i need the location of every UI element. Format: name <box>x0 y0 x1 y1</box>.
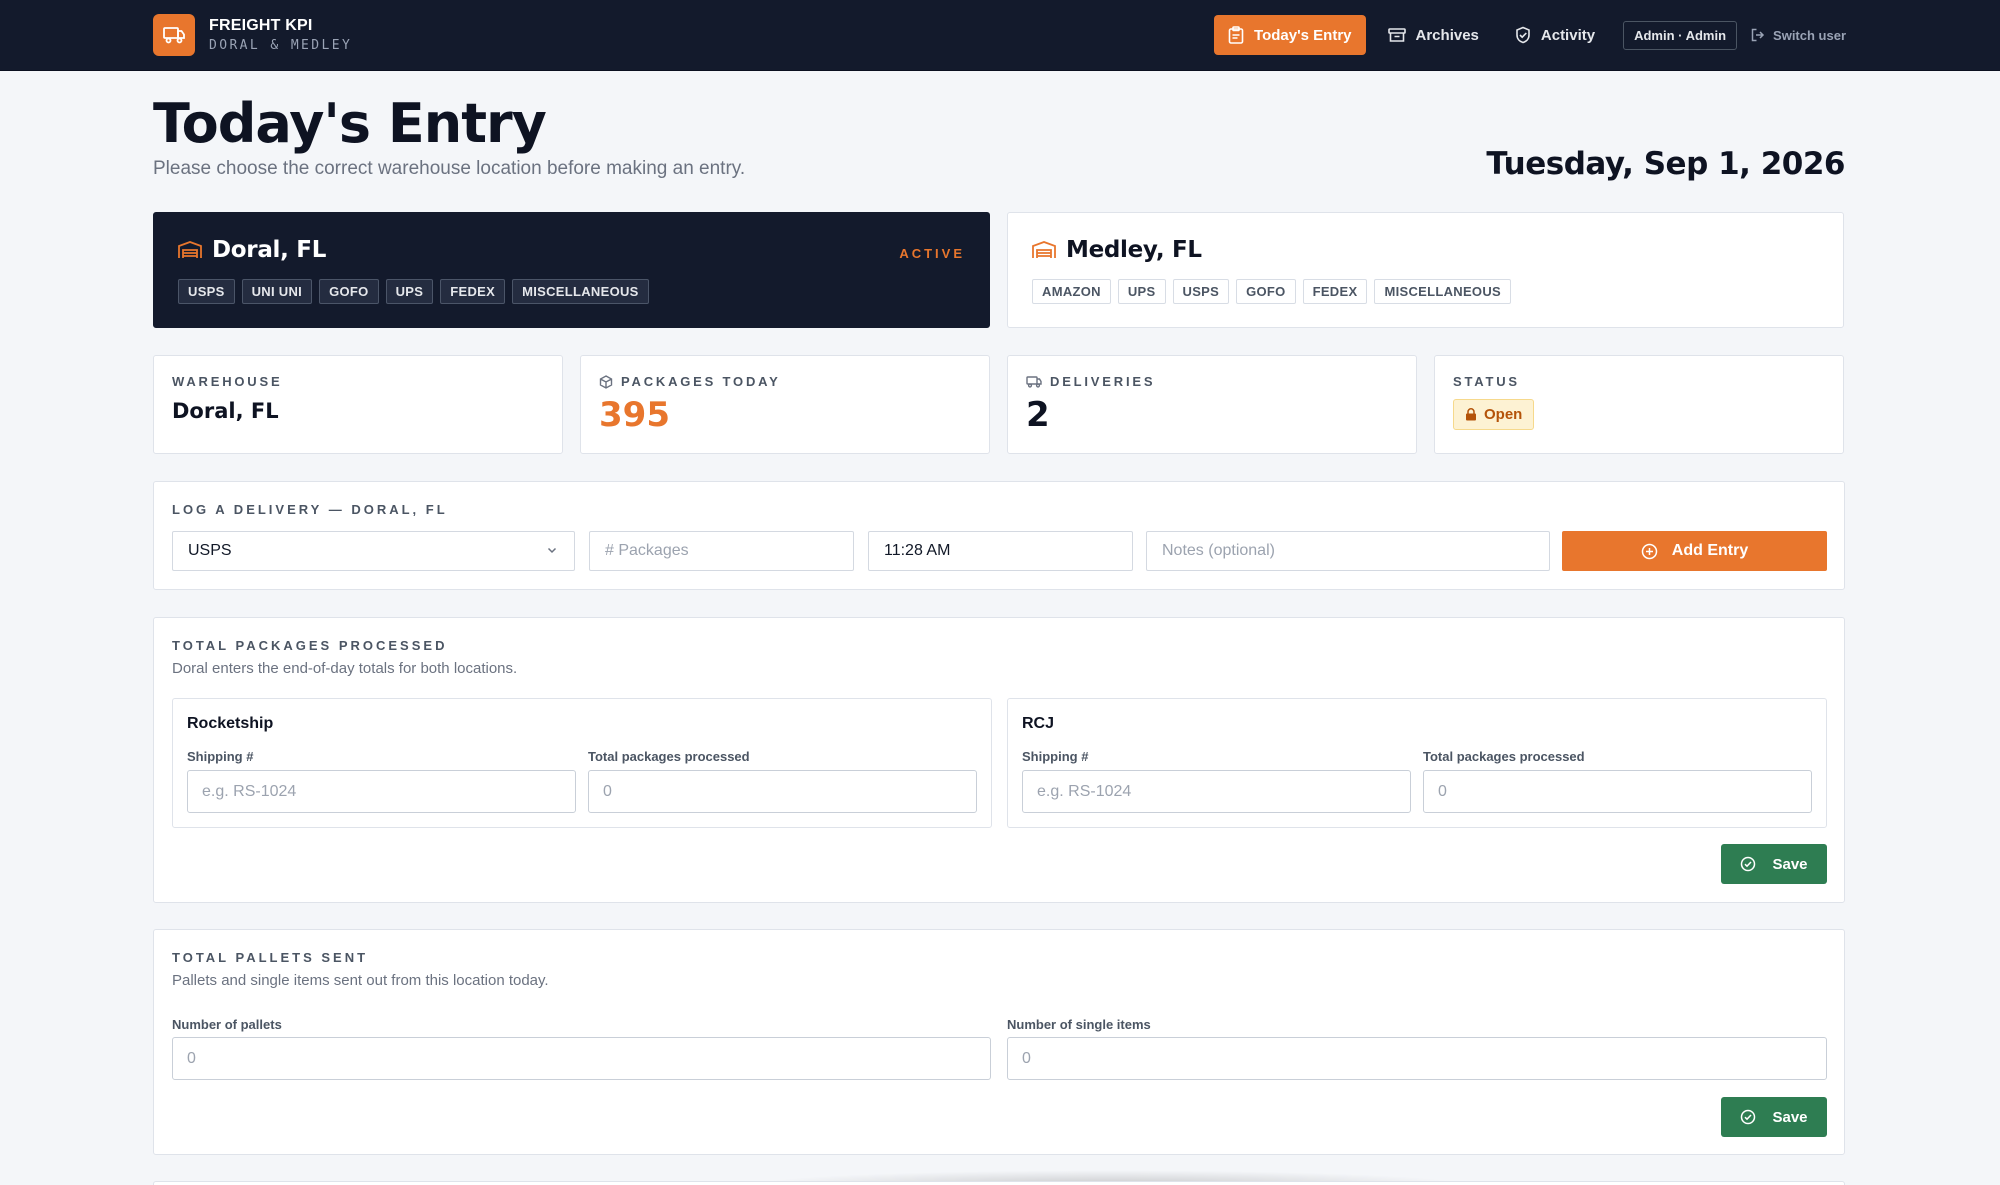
stat-label: PACKAGES TODAY <box>621 374 781 389</box>
time-input[interactable]: 11:28 AM <box>868 531 1133 571</box>
carrier-tag: MISCELLANEOUS <box>1374 279 1512 304</box>
check-circle-icon <box>1741 856 1756 872</box>
packages-processed-panel: TOTAL PACKAGES PROCESSED Doral enters th… <box>153 617 1845 903</box>
page-title: Today's Entry <box>153 92 547 155</box>
carrier-select-value: USPS <box>188 542 232 559</box>
brand-title: FREIGHT KPI <box>209 17 313 34</box>
carrier-tags: AMAZON UPS USPS GOFO FEDEX MISCELLANEOUS <box>1032 279 1819 304</box>
rocketship-total-input[interactable]: 0 <box>588 770 977 813</box>
stat-label: WAREHOUSE <box>172 374 283 389</box>
carrier-tag: GOFO <box>1236 279 1296 304</box>
carrier-tag: GOFO <box>319 279 379 304</box>
carrier-tag: FEDEX <box>1302 279 1368 304</box>
top-nav-bar: FREIGHT KPI DORAL & MEDLEY Today's Entry… <box>0 0 2000 71</box>
package-icon <box>599 374 613 389</box>
shipping-label: Shipping # <box>1022 749 1089 764</box>
stat-deliveries: DELIVERIES 2 <box>1007 355 1417 454</box>
truck-icon <box>1026 376 1042 388</box>
carrier-tag: MISCELLANEOUS <box>512 279 649 304</box>
nav-archives[interactable]: Archives <box>1374 15 1493 55</box>
pallets-sent-description: Pallets and single items sent out from t… <box>172 972 549 989</box>
stat-status: STATUS Open <box>1434 355 1844 454</box>
carrier-tag: FEDEX <box>440 279 506 304</box>
next-panel-edge <box>153 1181 1845 1185</box>
archive-icon <box>1387 28 1406 42</box>
pallets-sent-panel: TOTAL PALLETS SENT Pallets and single it… <box>153 929 1845 1155</box>
page-subtitle: Please choose the correct warehouse loca… <box>153 158 746 179</box>
stat-value: 395 <box>599 395 670 435</box>
pallets-label: Number of pallets <box>172 1017 282 1032</box>
clipboard-icon <box>1228 26 1244 44</box>
notes-input[interactable]: Notes (optional) <box>1146 531 1550 571</box>
status-badge: Open <box>1453 399 1535 430</box>
save-packages-button[interactable]: Save <box>1721 844 1827 884</box>
stat-warehouse: WAREHOUSE Doral, FL <box>153 355 563 454</box>
rcj-title: RCJ <box>1022 715 1055 732</box>
rocketship-title: Rocketship <box>187 715 274 732</box>
switch-user-button[interactable]: Switch user <box>1751 28 1846 43</box>
stat-value: 2 <box>1026 395 1050 435</box>
nav-activity[interactable]: Activity <box>1501 15 1609 55</box>
single-items-label: Number of single items <box>1007 1017 1151 1032</box>
carrier-tag: AMAZON <box>1032 279 1111 304</box>
nav-activity-label: Activity <box>1540 26 1596 44</box>
current-date: Tuesday, Sep 1, 2026 <box>1486 146 1845 182</box>
add-entry-button[interactable]: Add Entry <box>1562 531 1827 571</box>
status-value: Open <box>1484 406 1523 423</box>
stat-label: STATUS <box>1453 374 1520 389</box>
log-delivery-title: LOG A DELIVERY — DORAL, FL <box>172 502 448 517</box>
rocketship-shipping-input[interactable]: e.g. RS-1024 <box>187 770 576 813</box>
single-items-input[interactable]: 0 <box>1007 1037 1827 1080</box>
chevron-down-icon <box>547 547 557 554</box>
save-label: Save <box>1772 1108 1808 1126</box>
warehouse-icon <box>1032 241 1056 258</box>
add-entry-label: Add Entry <box>1671 542 1749 559</box>
active-badge: ACTIVE <box>899 246 965 261</box>
log-delivery-panel: LOG A DELIVERY — DORAL, FL USPS # Packag… <box>153 481 1845 590</box>
carrier-select[interactable]: USPS <box>172 531 575 571</box>
pallets-sent-title: TOTAL PALLETS SENT <box>172 950 369 965</box>
packages-processed-description: Doral enters the end-of-day totals for b… <box>172 660 518 677</box>
shield-check-icon <box>1516 26 1530 44</box>
save-label: Save <box>1772 855 1808 873</box>
carrier-tag: UNI UNI <box>241 279 313 304</box>
pallets-input[interactable]: 0 <box>172 1037 991 1080</box>
brand[interactable]: FREIGHT KPI DORAL & MEDLEY <box>153 14 352 56</box>
carrier-tag: UPS <box>1117 279 1166 304</box>
truck-icon <box>153 14 195 56</box>
warehouse-icon <box>178 241 202 258</box>
location-card-doral[interactable]: Doral, FL ACTIVE USPS UNI UNI GOFO UPS F… <box>153 212 990 328</box>
location-name: Doral, FL <box>212 237 327 263</box>
rcj-total-input[interactable]: 0 <box>1423 770 1812 813</box>
save-pallets-button[interactable]: Save <box>1721 1097 1827 1137</box>
location-card-medley[interactable]: Medley, FL AMAZON UPS USPS GOFO FEDEX MI… <box>1007 212 1844 328</box>
carrier-tag: USPS <box>178 279 235 304</box>
stat-packages-today: PACKAGES TODAY 395 <box>580 355 990 454</box>
packages-input[interactable]: # Packages <box>589 531 854 571</box>
rcj-shipping-input[interactable]: e.g. RS-1024 <box>1022 770 1411 813</box>
shipping-label: Shipping # <box>187 749 254 764</box>
location-name: Medley, FL <box>1066 237 1202 263</box>
nav-todays-entry[interactable]: Today's Entry <box>1214 15 1366 55</box>
nav-todays-entry-label: Today's Entry <box>1254 26 1352 44</box>
stat-value: Doral, FL <box>172 399 279 423</box>
lock-open-icon <box>1466 408 1476 421</box>
main-nav: Today's Entry Archives Activity Admin · … <box>1206 15 1846 55</box>
carrier-tag: UPS <box>385 279 434 304</box>
check-circle-icon <box>1741 1109 1756 1125</box>
rcj-card: RCJ Shipping # e.g. RS-1024 Total packag… <box>1007 698 1827 828</box>
brand-subtitle: DORAL & MEDLEY <box>209 38 353 53</box>
nav-archives-label: Archives <box>1415 26 1479 44</box>
plus-circle-icon <box>1641 543 1658 559</box>
stat-label: DELIVERIES <box>1050 374 1156 389</box>
carrier-tag: USPS <box>1172 279 1230 304</box>
carrier-tags: USPS UNI UNI GOFO UPS FEDEX MISCELLANEOU… <box>178 279 965 304</box>
switch-user-label: Switch user <box>1773 27 1846 43</box>
total-processed-label: Total packages processed <box>1423 749 1585 764</box>
logout-icon <box>1751 28 1765 42</box>
current-user-badge[interactable]: Admin · Admin <box>1623 20 1738 50</box>
total-processed-label: Total packages processed <box>588 749 750 764</box>
packages-processed-title: TOTAL PACKAGES PROCESSED <box>172 638 448 653</box>
rocketship-card: Rocketship Shipping # e.g. RS-1024 Total… <box>172 698 992 828</box>
